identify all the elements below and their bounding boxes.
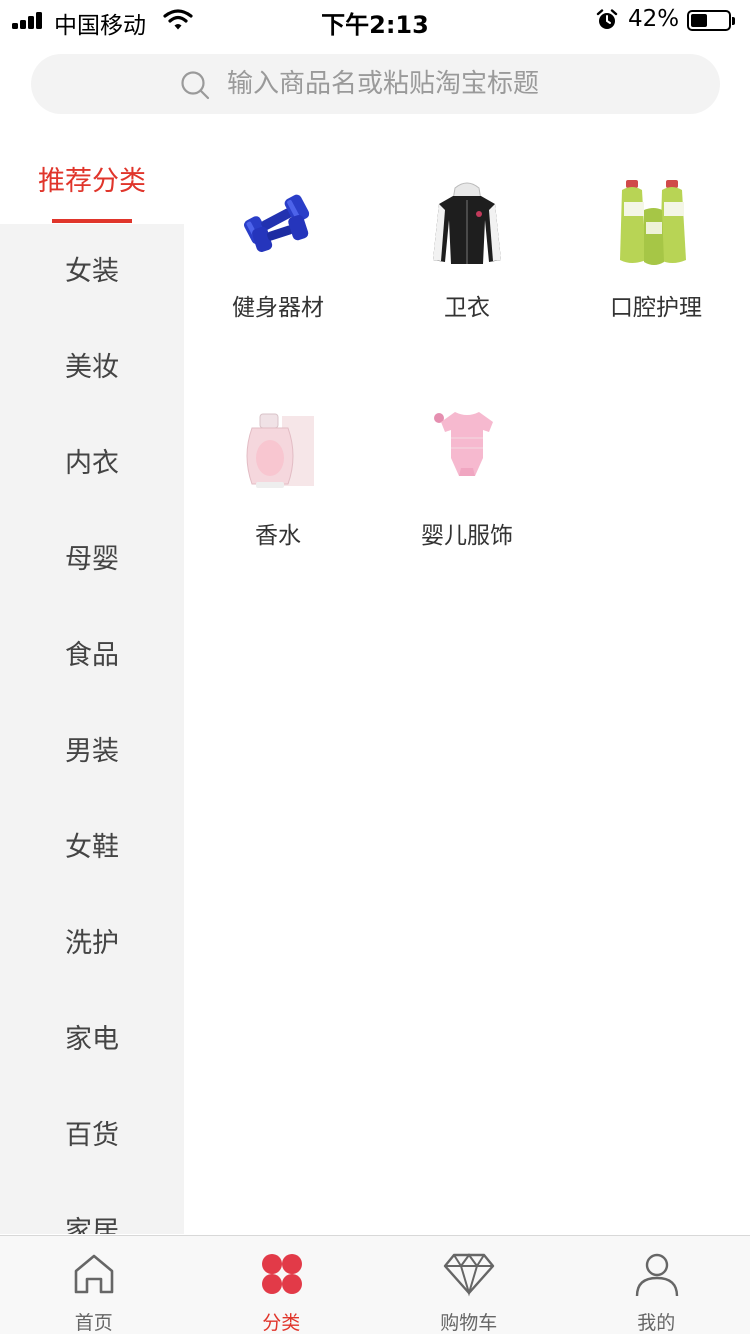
sidebar-list: 女装 美妆 内衣 母婴 食品 男装 女鞋 洗护 家电 百货 家居 bbox=[0, 224, 184, 1234]
grid-item-label: 香水 bbox=[255, 523, 301, 549]
sidebar-item-mother-baby[interactable]: 母婴 bbox=[0, 512, 184, 608]
alarm-icon bbox=[596, 9, 618, 29]
perfume-icon bbox=[246, 413, 314, 488]
tab-home[interactable]: 首页 bbox=[0, 1236, 188, 1334]
user-icon bbox=[635, 1253, 678, 1297]
tab-profile[interactable]: 我的 bbox=[563, 1236, 750, 1334]
baby-romper-icon bbox=[434, 412, 493, 476]
search-input[interactable] bbox=[227, 67, 687, 101]
sidebar-item-womens-clothing[interactable]: 女装 bbox=[0, 224, 184, 320]
sidebar-item-underwear[interactable]: 内衣 bbox=[0, 416, 184, 512]
tab-label: 我的 bbox=[637, 1312, 676, 1334]
tab-cart[interactable]: 购物车 bbox=[375, 1236, 563, 1334]
grid-item-baby-clothing[interactable]: 婴儿服饰 bbox=[373, 398, 561, 598]
sidebar-item-food[interactable]: 食品 bbox=[0, 608, 184, 704]
sidebar-item-label: 推荐分类 bbox=[38, 166, 146, 197]
sidebar-item-general-goods[interactable]: 百货 bbox=[0, 1088, 184, 1184]
sidebar-item-beauty[interactable]: 美妆 bbox=[0, 320, 184, 416]
sidebar-item-personal-care[interactable]: 洗护 bbox=[0, 896, 184, 992]
hoodie-icon bbox=[433, 182, 501, 264]
sidebar-item-womens-shoes[interactable]: 女鞋 bbox=[0, 800, 184, 896]
tab-category[interactable]: 分类 bbox=[188, 1236, 376, 1334]
category-sidebar: 推荐分类 女装 美妆 内衣 母婴 食品 男装 女鞋 洗护 家电 百货 家居 bbox=[0, 140, 184, 1234]
battery-percent: 42% bbox=[628, 6, 680, 32]
home-icon bbox=[74, 1254, 114, 1294]
battery-icon bbox=[687, 10, 735, 31]
active-indicator bbox=[52, 219, 132, 223]
sidebar-item-home[interactable]: 家居 bbox=[0, 1184, 184, 1234]
sidebar-item-recommended[interactable]: 推荐分类 bbox=[0, 140, 184, 224]
grid-item-perfume[interactable]: 香水 bbox=[184, 398, 372, 598]
diamond-icon bbox=[443, 1253, 495, 1297]
search-bar[interactable] bbox=[31, 54, 720, 114]
sidebar-item-mens-clothing[interactable]: 男装 bbox=[0, 704, 184, 800]
status-bar: 中国移动 下午2:13 42% bbox=[0, 0, 750, 40]
grid-item-hoodie[interactable]: 卫衣 bbox=[373, 170, 561, 370]
mouthwash-icon bbox=[620, 180, 686, 265]
grid-item-label: 口腔护理 bbox=[610, 295, 702, 321]
grid-item-label: 卫衣 bbox=[444, 295, 490, 321]
tab-label: 购物车 bbox=[440, 1312, 498, 1334]
grid-item-fitness[interactable]: 健身器材 bbox=[184, 170, 372, 370]
grid-item-oral-care[interactable]: 口腔护理 bbox=[562, 170, 750, 370]
search-icon bbox=[181, 71, 210, 100]
grid-item-label: 健身器材 bbox=[232, 295, 324, 321]
tab-label: 分类 bbox=[262, 1312, 301, 1334]
tab-label: 首页 bbox=[74, 1312, 113, 1334]
grid-item-label: 婴儿服饰 bbox=[421, 523, 513, 549]
category-icon bbox=[261, 1254, 302, 1294]
dumbbell-icon bbox=[243, 194, 310, 252]
tab-bar: 首页 分类 购物车 我的 bbox=[0, 1235, 750, 1334]
sidebar-item-appliances[interactable]: 家电 bbox=[0, 992, 184, 1088]
